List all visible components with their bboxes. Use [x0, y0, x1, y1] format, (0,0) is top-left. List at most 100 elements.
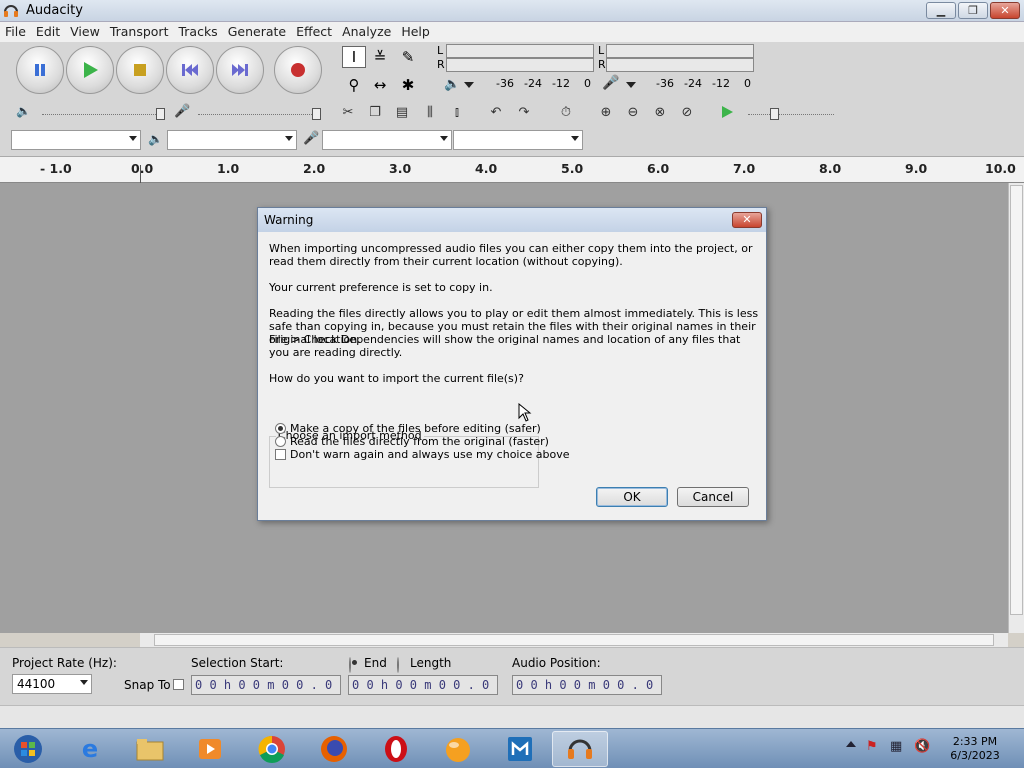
- copy-radio-option[interactable]: Make a copy of the files before editing …: [275, 422, 541, 435]
- taskbar-app-orange[interactable]: [430, 731, 486, 767]
- taskbar-maxthon[interactable]: [492, 731, 548, 767]
- fit-project-icon: ⊘: [681, 104, 693, 120]
- input-channels-select[interactable]: [453, 130, 583, 150]
- playhead-marker[interactable]: [140, 165, 141, 183]
- input-volume-slider[interactable]: [198, 114, 318, 115]
- play-button[interactable]: [66, 46, 114, 94]
- menu-analyze[interactable]: Analyze: [337, 22, 396, 41]
- taskbar-opera[interactable]: [368, 731, 424, 767]
- menu-effect[interactable]: Effect: [291, 22, 337, 41]
- start-button[interactable]: [4, 731, 52, 767]
- warning-dialog: Warning ✕ When importing uncompressed au…: [257, 207, 767, 521]
- taskbar-media-player[interactable]: [182, 731, 238, 767]
- input-volume-thumb[interactable]: [312, 108, 321, 120]
- end-label: End: [364, 656, 387, 670]
- length-radio[interactable]: [397, 657, 399, 673]
- show-hidden-icons-button[interactable]: [846, 741, 856, 747]
- draw-tool[interactable]: ✎: [396, 46, 420, 68]
- horizontal-scroll-thumb[interactable]: [154, 634, 994, 646]
- trim-icon: ⫼: [427, 104, 433, 120]
- skip-start-button[interactable]: [166, 46, 214, 94]
- project-rate-select[interactable]: 44100: [12, 674, 92, 694]
- input-device-select[interactable]: [322, 130, 452, 150]
- record-meter-dropdown[interactable]: [626, 82, 636, 88]
- playback-meter-dropdown[interactable]: [464, 82, 474, 88]
- end-radio[interactable]: [349, 657, 351, 673]
- selection-start-time[interactable]: 0 0 h 0 0 m 0 0 . 0 0 0 s: [191, 675, 341, 695]
- horizontal-scrollbar[interactable]: [140, 633, 1008, 647]
- vertical-scrollbar[interactable]: [1008, 183, 1024, 633]
- envelope-tool[interactable]: ≚: [368, 46, 392, 68]
- taskbar-file-explorer[interactable]: [122, 731, 178, 767]
- menu-view[interactable]: View: [65, 22, 105, 41]
- play-at-speed-button[interactable]: [715, 101, 739, 123]
- play-speed-slider[interactable]: [748, 114, 834, 115]
- maximize-button[interactable]: ❐: [958, 2, 988, 19]
- stop-button[interactable]: [116, 46, 164, 94]
- sync-lock-button[interactable]: ⏱: [554, 101, 578, 123]
- undo-button[interactable]: ↶: [484, 101, 508, 123]
- paste-button[interactable]: ▤: [390, 101, 414, 123]
- output-device-select[interactable]: [167, 130, 297, 150]
- snap-to-checkbox[interactable]: [173, 679, 184, 690]
- zoom-in-button[interactable]: ⊕: [594, 101, 618, 123]
- vertical-scroll-thumb[interactable]: [1010, 185, 1023, 615]
- minimize-button[interactable]: ▁: [926, 2, 956, 19]
- zoom-tool[interactable]: ⚲: [342, 74, 366, 96]
- zoom-out-icon: ⊖: [627, 104, 639, 120]
- taskbar-chrome[interactable]: [244, 731, 300, 767]
- volume-muted-icon[interactable]: 🔇: [914, 739, 930, 754]
- play-speed-thumb[interactable]: [770, 108, 779, 120]
- audio-position-time[interactable]: 0 0 h 0 0 m 0 0 . 0 0 0 s: [512, 675, 662, 695]
- taskbar-firefox[interactable]: [306, 731, 362, 767]
- timeline-ruler[interactable]: - 1.0 0.0 1.0 2.0 3.0 4.0 5.0 6.0 7.0 8.…: [0, 157, 1024, 183]
- selection-tool[interactable]: I: [342, 46, 366, 68]
- menu-transport[interactable]: Transport: [105, 22, 174, 41]
- clock-date: 6/3/2023: [950, 749, 1000, 762]
- output-volume-slider[interactable]: [42, 114, 162, 115]
- output-volume-thumb[interactable]: [156, 108, 165, 120]
- menu-tracks[interactable]: Tracks: [173, 22, 222, 41]
- zoom-out-button[interactable]: ⊖: [621, 101, 645, 123]
- redo-button[interactable]: ↷: [512, 101, 536, 123]
- taskbar-audacity[interactable]: [552, 731, 608, 767]
- audio-host-select[interactable]: [11, 130, 141, 150]
- multi-tool[interactable]: ✱: [396, 74, 420, 96]
- close-button[interactable]: ✕: [990, 2, 1020, 19]
- read-radio[interactable]: [275, 436, 286, 447]
- fit-project-button[interactable]: ⊘: [675, 101, 699, 123]
- dont-warn-option[interactable]: Don't warn again and always use my choic…: [275, 448, 570, 461]
- skip-end-button[interactable]: [216, 46, 264, 94]
- envelope-icon: ≚: [373, 48, 387, 66]
- selection-end-time[interactable]: 0 0 h 0 0 m 0 0 . 0 0 0 s: [348, 675, 498, 695]
- read-radio-option[interactable]: Read the files directly from the origina…: [275, 435, 549, 448]
- skip-end-icon: [232, 64, 248, 76]
- trim-button[interactable]: ⫼: [418, 101, 442, 123]
- ruler-label: 10.0: [985, 161, 1016, 176]
- dialog-close-button[interactable]: ✕: [732, 212, 762, 228]
- copy-radio[interactable]: [275, 423, 286, 434]
- system-clock[interactable]: 2:33 PM 6/3/2023: [940, 735, 1010, 763]
- dont-warn-label: Don't warn again and always use my choic…: [290, 448, 570, 461]
- action-center-icon[interactable]: ⚑: [866, 739, 878, 754]
- ruler-label: 3.0: [389, 161, 412, 176]
- taskbar-internet-explorer[interactable]: e: [62, 731, 118, 767]
- dont-warn-checkbox[interactable]: [275, 449, 286, 460]
- ruler-label: 6.0: [647, 161, 670, 176]
- menu-edit[interactable]: Edit: [31, 22, 65, 41]
- silence-button[interactable]: ⫾: [445, 101, 469, 123]
- pause-button[interactable]: [16, 46, 64, 94]
- ok-button[interactable]: OK: [596, 487, 668, 507]
- audacity-icon: [568, 739, 592, 759]
- menu-file[interactable]: File: [0, 22, 31, 41]
- menu-generate[interactable]: Generate: [223, 22, 291, 41]
- fit-selection-button[interactable]: ⊗: [648, 101, 672, 123]
- menu-help[interactable]: Help: [396, 22, 435, 41]
- copy-button[interactable]: ❐: [363, 101, 387, 123]
- network-icon[interactable]: ▦: [890, 739, 902, 754]
- cancel-button[interactable]: Cancel: [677, 487, 749, 507]
- cut-button[interactable]: ✂: [336, 101, 360, 123]
- record-button[interactable]: [274, 46, 322, 94]
- timeshift-tool[interactable]: ↔: [368, 74, 392, 96]
- audio-position-label: Audio Position:: [512, 656, 601, 670]
